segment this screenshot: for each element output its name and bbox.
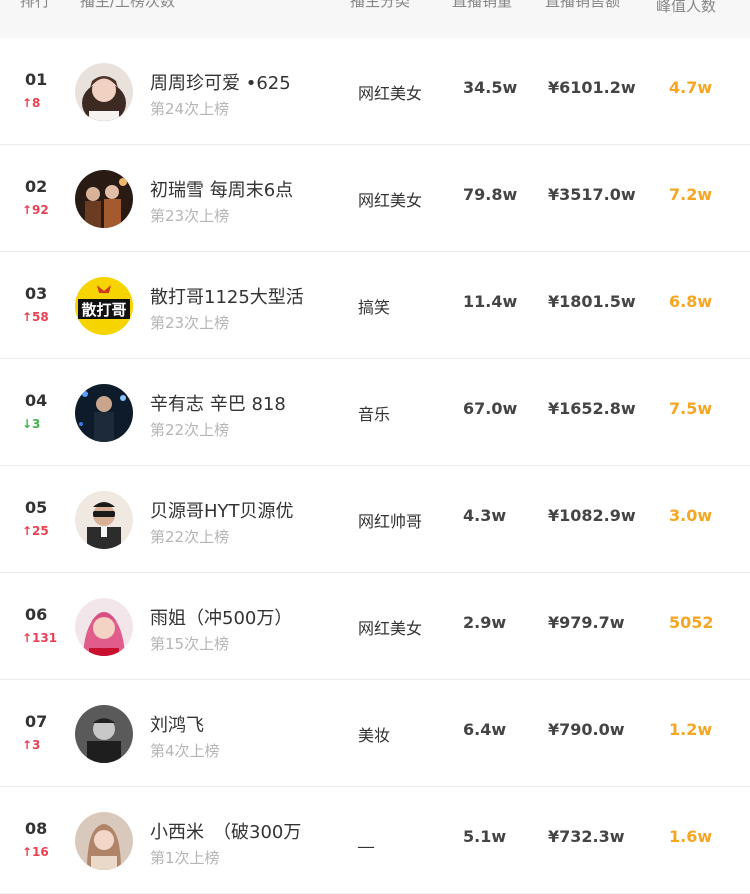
anchor-name[interactable]: 雨姐（冲500万） bbox=[150, 604, 292, 630]
woman-selfie-avatar-icon[interactable] bbox=[75, 812, 133, 870]
peak-viewers: 3.0w bbox=[669, 506, 713, 525]
live-amount: ¥1082.9w bbox=[548, 506, 636, 525]
svg-text:散打哥: 散打哥 bbox=[81, 301, 126, 319]
list-times: 第24次上榜 bbox=[150, 100, 230, 118]
anchor-category: 网红帅哥 bbox=[358, 512, 423, 531]
anchor-category: 网红美女 bbox=[358, 191, 423, 210]
anchor-category: 搞笑 bbox=[358, 298, 391, 317]
list-times: 第1次上榜 bbox=[150, 849, 220, 867]
list-times: 第22次上榜 bbox=[150, 528, 230, 546]
rank-number: 06 bbox=[25, 605, 48, 624]
woman-pink-avatar-icon[interactable] bbox=[75, 598, 133, 656]
rank-number: 03 bbox=[25, 284, 48, 303]
live-amount: ¥790.0w bbox=[548, 720, 625, 739]
table-row[interactable]: 01 ↑8 周周珍可爱 •625 第24次上榜 网红美女 34.5w ¥6101… bbox=[0, 38, 750, 145]
list-times: 第23次上榜 bbox=[150, 207, 230, 225]
anchor-name[interactable]: 周周珍可爱 •625 bbox=[150, 69, 291, 95]
rank-number: 08 bbox=[25, 819, 48, 838]
man-sunglasses-avatar-icon[interactable] bbox=[75, 491, 133, 549]
live-sales: 34.5w bbox=[463, 78, 518, 97]
table-row[interactable]: 05 ↑25 贝源哥HYT贝源优 第22次上榜 网红帅哥 4.3w ¥1082.… bbox=[0, 466, 750, 573]
live-amount: ¥1801.5w bbox=[548, 292, 636, 311]
live-amount: ¥732.3w bbox=[548, 827, 625, 846]
anchor-name[interactable]: 贝源哥HYT贝源优 bbox=[150, 497, 294, 523]
table-row[interactable]: 02 ↑92 初瑞雪 每周末6点 第23次上榜 网红美女 79.8w ¥3517… bbox=[0, 145, 750, 252]
header-rank: 排行 bbox=[20, 0, 51, 10]
live-amount: ¥979.7w bbox=[548, 613, 625, 632]
anchor-name[interactable]: 初瑞雪 每周末6点 bbox=[150, 176, 293, 202]
live-amount: ¥6101.2w bbox=[548, 78, 636, 97]
live-sales: 11.4w bbox=[463, 292, 518, 311]
anchor-name[interactable]: 刘鸿飞 bbox=[150, 711, 204, 737]
rank-change: ↑25 bbox=[22, 524, 49, 538]
rank-change: ↑92 bbox=[22, 203, 49, 217]
anchor-category: 美妆 bbox=[358, 726, 391, 745]
rank-number: 01 bbox=[25, 70, 48, 89]
live-sales: 2.9w bbox=[463, 613, 507, 632]
list-times: 第4次上榜 bbox=[150, 742, 220, 760]
anchor-category: 音乐 bbox=[358, 405, 391, 424]
live-sales: 79.8w bbox=[463, 185, 518, 204]
header-peak: 峰值人数 bbox=[656, 0, 717, 15]
anchor-name[interactable]: 辛有志 辛巴 818 bbox=[150, 390, 286, 416]
table-row[interactable]: 03 ↑58 散打哥 散打哥1125大型活 第23次上榜 搞笑 11.4w ¥1… bbox=[0, 252, 750, 359]
peak-viewers: 6.8w bbox=[669, 292, 713, 311]
table-row[interactable]: 06 ↑131 雨姐（冲500万） 第15次上榜 网红美女 2.9w ¥979.… bbox=[0, 573, 750, 680]
rank-change: ↑8 bbox=[22, 96, 41, 110]
rank-number: 07 bbox=[25, 712, 48, 731]
anchor-category: 网红美女 bbox=[358, 84, 423, 103]
list-times: 第15次上榜 bbox=[150, 635, 230, 653]
peak-viewers: 7.2w bbox=[669, 185, 713, 204]
anchor-category: __ bbox=[358, 829, 374, 848]
live-sales: 4.3w bbox=[463, 506, 507, 525]
header-sales: 直播销量 bbox=[452, 0, 513, 10]
rank-number: 02 bbox=[25, 177, 48, 196]
anchor-name[interactable]: 散打哥1125大型活 bbox=[150, 283, 304, 309]
peak-viewers: 5052 bbox=[669, 613, 714, 632]
live-amount: ¥1652.8w bbox=[548, 399, 636, 418]
table-row[interactable]: 04 ↓3 辛有志 辛巴 818 第22次上榜 音乐 67.0w ¥1652.8… bbox=[0, 359, 750, 466]
peak-viewers: 7.5w bbox=[669, 399, 713, 418]
live-sales: 5.1w bbox=[463, 827, 507, 846]
rank-change: ↓3 bbox=[22, 417, 41, 431]
group-photo-avatar-icon[interactable] bbox=[75, 170, 133, 228]
list-times: 第23次上榜 bbox=[150, 314, 230, 332]
man-portrait-avatar-icon[interactable] bbox=[75, 705, 133, 763]
rank-change: ↑16 bbox=[22, 845, 49, 859]
peak-viewers: 4.7w bbox=[669, 78, 713, 97]
peak-viewers: 1.2w bbox=[669, 720, 713, 739]
header-amount: 直播销售额 bbox=[545, 0, 621, 10]
live-sales: 67.0w bbox=[463, 399, 518, 418]
sandage-logo-avatar[interactable]: 散打哥 bbox=[75, 277, 133, 335]
anchor-name[interactable]: 小西米 （破300万 bbox=[150, 818, 301, 844]
header-category: 播主分类 bbox=[350, 0, 411, 10]
table-row[interactable]: 07 ↑3 刘鸿飞 第4次上榜 美妆 6.4w ¥790.0w 1.2w bbox=[0, 680, 750, 787]
ranking-table-header: 排行 播主/上榜次数 播主分类 直播销量 直播销售额 峰值人数 bbox=[0, 0, 750, 38]
stage-performer-avatar-icon[interactable] bbox=[75, 384, 133, 442]
live-amount: ¥3517.0w bbox=[548, 185, 636, 204]
list-times: 第22次上榜 bbox=[150, 421, 230, 439]
rank-number: 04 bbox=[25, 391, 48, 410]
rank-number: 05 bbox=[25, 498, 48, 517]
woman-avatar-icon[interactable] bbox=[75, 63, 133, 121]
rank-change: ↑58 bbox=[22, 310, 49, 324]
rank-change: ↑131 bbox=[22, 631, 58, 645]
live-sales: 6.4w bbox=[463, 720, 507, 739]
peak-viewers: 1.6w bbox=[669, 827, 713, 846]
table-row[interactable]: 08 ↑16 小西米 （破300万 第1次上榜 __ 5.1w ¥732.3w … bbox=[0, 787, 750, 894]
anchor-category: 网红美女 bbox=[358, 619, 423, 638]
rank-change: ↑3 bbox=[22, 738, 41, 752]
header-anchor: 播主/上榜次数 bbox=[80, 0, 176, 10]
